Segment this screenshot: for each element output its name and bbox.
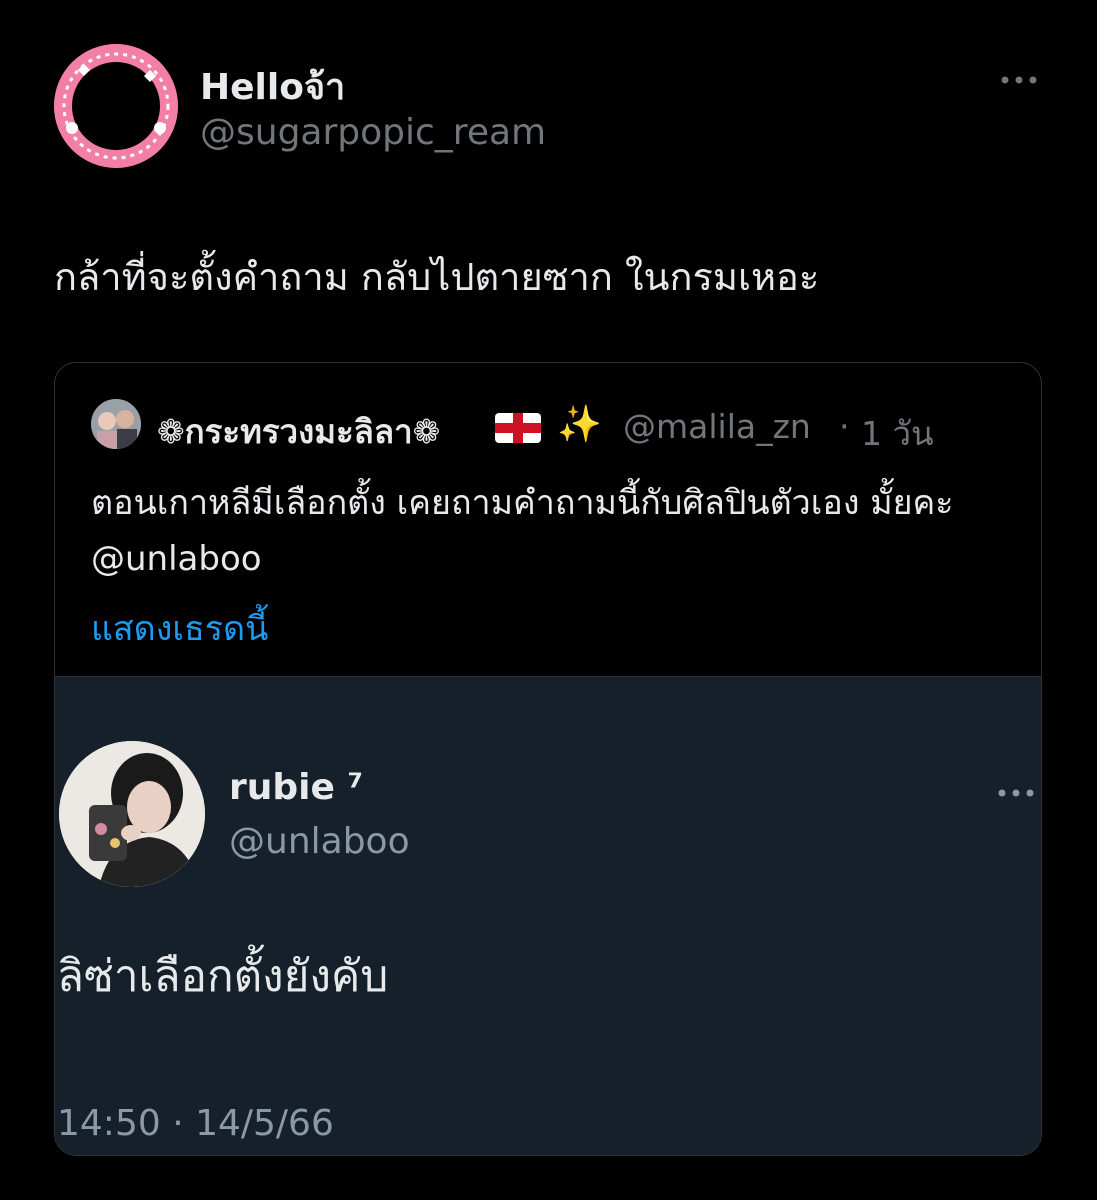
quote-author-avatar[interactable] [91, 399, 141, 449]
quote-author-handle[interactable]: @malila_zn [623, 407, 811, 446]
show-thread-link[interactable]: แสดงเธรดนี้ [91, 601, 268, 655]
quote-tweet-card[interactable]: ❁กระทรวงมะลิลา❁ ✨ @malila_zn · 1 วัน ตอน… [54, 362, 1042, 1156]
embedded-author-handle: @unlaboo [229, 821, 410, 862]
embedded-author-avatar [59, 741, 205, 887]
author-avatar[interactable] [54, 44, 178, 168]
england-flag-icon [495, 413, 541, 443]
avatar-ring-image [54, 44, 178, 168]
author-handle[interactable]: @sugarpopic_ream [200, 112, 546, 153]
quote-text: ตอนเกาหลีมีเลือกตั้ง เคยถามคำถามนี้กับศิ… [91, 483, 954, 579]
embedded-tweet-meta: 14:50 · 14/5/66 [57, 1103, 334, 1144]
author-name[interactable]: Helloจ้า [200, 58, 345, 115]
embedded-tweet-screenshot: rubie ⁷ @unlaboo ลิซ่าเลือกตั้งยังคับ 14… [55, 676, 1041, 1155]
tweet-text: กล้าที่จะตั้งคำถาม กลับไปตายซาก ในกรมเหอ… [54, 255, 820, 299]
embedded-author-name: rubie ⁷ [229, 767, 364, 808]
quote-timestamp[interactable]: 1 วัน [861, 407, 934, 460]
embedded-tweet-text: ลิซ่าเลือกตั้งยังคับ [57, 951, 389, 1002]
quote-author-name[interactable]: ❁กระทรวงมะลิลา❁ [157, 405, 440, 458]
separator-dot: · [839, 407, 850, 446]
more-options-icon[interactable] [996, 66, 1042, 94]
embedded-more-icon [993, 779, 1039, 807]
sparkles-icon: ✨ [557, 404, 602, 445]
